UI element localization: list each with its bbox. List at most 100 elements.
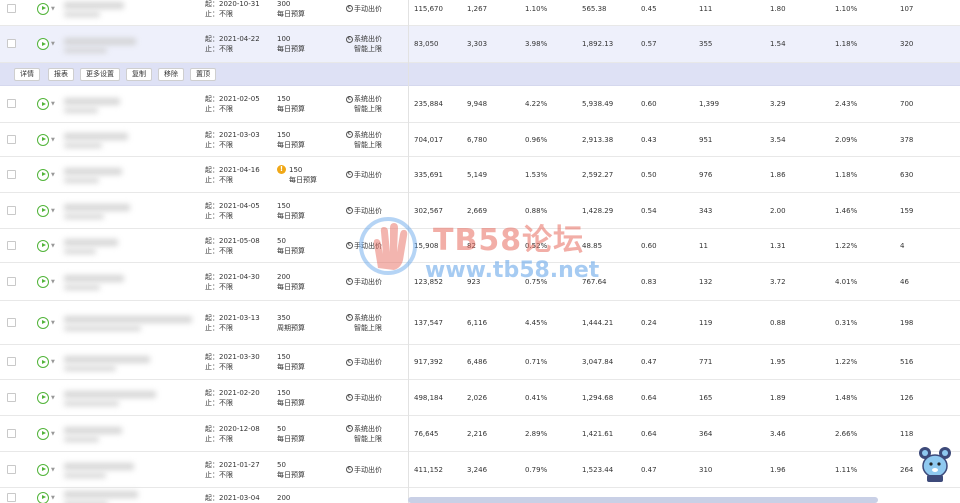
row-checkbox[interactable] — [7, 428, 16, 438]
report-button[interactable]: 报表 — [48, 68, 74, 81]
table-row[interactable]: ▼ 起：2021-02-20 止：不限 150 每日预算 € 手动出价 498,184 2,02… — [0, 380, 960, 416]
metric-c1: 235,884 — [414, 100, 443, 108]
row-checkbox[interactable] — [7, 317, 16, 327]
metric-c5: 0.43 — [641, 135, 657, 144]
start-label: 起： — [205, 493, 219, 502]
metric-c8: 0.31% — [835, 318, 858, 327]
table-row[interactable]: ▼ 起：2021-04-22 止：不限 100 每日预算 € 系统出价 智能上限 83,050 3… — [0, 26, 960, 63]
play-status-icon[interactable] — [37, 491, 49, 503]
metric-c4: 1,421.61 — [582, 429, 614, 438]
play-status-icon[interactable] — [37, 463, 49, 476]
bid-icon: € — [346, 394, 353, 401]
metric-c2: 3,303 — [467, 40, 488, 48]
row-checkbox[interactable] — [7, 39, 16, 48]
play-status-icon[interactable] — [37, 98, 49, 110]
copy-button[interactable]: 复制 — [126, 68, 152, 81]
table-row[interactable]: ▼ 起：2020-10-31 止：不限 300 每日预算 € 手动出价 115,670 1,26… — [0, 0, 960, 26]
row-checkbox[interactable] — [7, 134, 16, 144]
budget-type: 每日预算 — [277, 470, 305, 479]
metric-c8: 1.46% — [835, 206, 858, 215]
row-checkbox[interactable] — [7, 99, 16, 108]
play-status-icon[interactable] — [37, 2, 49, 15]
more-settings-button[interactable]: 更多设置 — [80, 68, 120, 81]
end-label: 止： — [205, 45, 219, 53]
table-row[interactable]: ▼ 起：2021-04-16 止：不限! 150 每日预算 € 手动出价 335,691 5,1… — [0, 157, 960, 193]
row-checkbox[interactable] — [7, 357, 16, 366]
table-row[interactable]: ▼ 起：2021-03-13 止：不限 350 周期预算 € 系统出价 智能上限 137,547… — [0, 301, 960, 345]
end-label: 止： — [205, 246, 219, 255]
chevron-down-icon[interactable]: ▼ — [51, 495, 55, 501]
row-checkbox[interactable] — [7, 392, 16, 402]
play-status-icon[interactable] — [37, 391, 49, 404]
schedule-dates: 起：2020-10-31 止：不限 — [205, 0, 260, 19]
chevron-down-icon[interactable]: ▼ — [51, 172, 55, 178]
chevron-down-icon[interactable]: ▼ — [51, 279, 55, 285]
table-row[interactable]: ▼ 起：2021-02-05 止：不限 150 每日预算 € 系统出价 智能上限 235,884… — [0, 86, 960, 123]
table-row[interactable]: ▼ 起：2021-03-30 止：不限 150 每日预算 € 手动出价 917,392 6,48… — [0, 345, 960, 380]
play-status-icon[interactable] — [37, 133, 49, 146]
metric-c8: 1.22% — [835, 358, 858, 366]
chevron-down-icon[interactable]: ▼ — [51, 137, 55, 143]
play-status-icon[interactable] — [37, 356, 49, 368]
table-row[interactable]: ▼ 起：2021-03-03 止：不限 150 每日预算 € 系统出价 智能上限 704,017… — [0, 123, 960, 157]
budget-type: 每日预算 — [277, 9, 305, 18]
chevron-down-icon[interactable]: ▼ — [51, 42, 55, 47]
warning-icon[interactable]: ! — [277, 165, 286, 174]
end-date: 不限 — [219, 246, 233, 255]
horizontal-scrollbar[interactable] — [408, 497, 878, 503]
metric-c8: 2.09% — [835, 135, 858, 144]
play-status-icon[interactable] — [37, 239, 49, 252]
play-status-icon[interactable] — [37, 38, 49, 50]
chevron-down-icon[interactable]: ▼ — [51, 243, 55, 249]
play-status-icon[interactable] — [37, 275, 49, 288]
start-date: 2021-02-20 — [219, 388, 260, 397]
end-date: 不限 — [219, 470, 233, 479]
schedule-dates: 起：2021-05-08 止：不限 — [205, 236, 260, 256]
metric-c2: 3,246 — [467, 465, 488, 474]
chevron-down-icon[interactable]: ▼ — [51, 208, 55, 214]
chevron-down-icon[interactable]: ▼ — [51, 102, 55, 107]
budget-amount: 100 — [277, 35, 291, 43]
chevron-down-icon[interactable]: ▼ — [51, 360, 55, 365]
budget-cell: 100 每日预算 — [277, 34, 305, 54]
metric-c8: 2.43% — [835, 100, 858, 108]
chevron-down-icon[interactable]: ▼ — [51, 395, 55, 401]
end-date: 不限 — [219, 398, 233, 407]
play-status-icon[interactable] — [37, 316, 49, 329]
chevron-down-icon[interactable]: ▼ — [51, 467, 55, 473]
table-row[interactable]: ▼ 起：2021-01-27 止：不限 50 每日预算 € 手动出价 411,152 3,246… — [0, 452, 960, 488]
start-label: 起： — [205, 353, 219, 361]
play-status-icon[interactable] — [37, 427, 49, 440]
metric-c3: 0.88% — [525, 206, 548, 215]
remove-button[interactable]: 移除 — [158, 68, 184, 81]
blurred-campaign-name — [64, 463, 134, 470]
schedule-dates: 起：2021-04-16 止：不限 — [205, 165, 260, 185]
bid-strategy: 手动出价 — [354, 358, 382, 366]
hand-logo-icon — [359, 217, 417, 275]
bid-cap: 智能上限 — [354, 323, 382, 332]
row-checkbox[interactable] — [7, 205, 16, 215]
budget-type: 每日预算 — [277, 140, 305, 149]
pin-top-button[interactable]: 置顶 — [190, 68, 216, 81]
play-status-icon[interactable] — [37, 168, 49, 181]
row-checkbox[interactable] — [7, 464, 16, 474]
chevron-down-icon[interactable]: ▼ — [51, 6, 55, 12]
detail-button[interactable]: 详情 — [14, 68, 40, 81]
budget-cell: 50 每日预算 — [277, 236, 305, 256]
budget-cell: 300 每日预算 — [277, 0, 305, 19]
bid-strategy: 手动出价 — [354, 393, 382, 402]
table-row[interactable]: ▼ 起：2020-12-08 止：不限 50 每日预算 € 系统出价 智能上限 76,645 2,… — [0, 416, 960, 452]
row-checkbox[interactable] — [7, 3, 16, 13]
budget-type: 每日预算 — [277, 282, 305, 291]
mascot-icon[interactable] — [918, 444, 952, 484]
row-checkbox[interactable] — [7, 276, 16, 286]
row-checkbox[interactable] — [7, 169, 16, 179]
play-status-icon[interactable] — [37, 204, 49, 217]
row-checkbox[interactable] — [7, 240, 16, 250]
metric-c4: 1,892.13 — [582, 40, 614, 48]
row-checkbox[interactable] — [7, 492, 16, 502]
chevron-down-icon[interactable]: ▼ — [51, 431, 55, 437]
metric-c9: 630 — [900, 170, 914, 179]
chevron-down-icon[interactable]: ▼ — [51, 320, 55, 326]
budget-cell: 150 每日预算 — [277, 201, 305, 221]
